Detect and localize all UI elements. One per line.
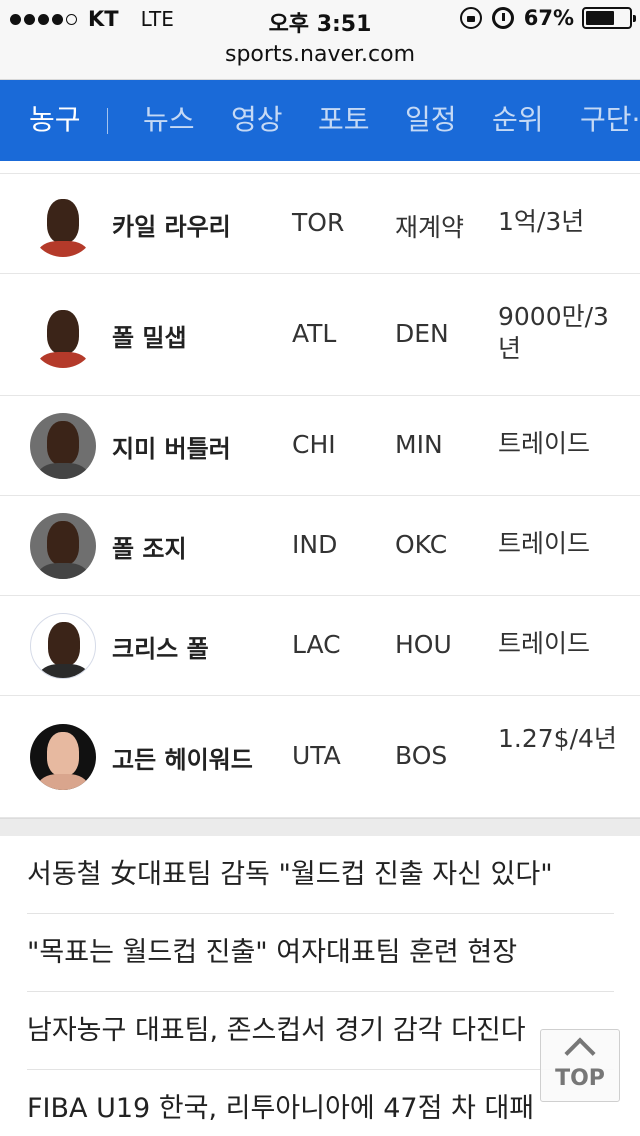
- deal-terms: 트레이드: [498, 629, 591, 658]
- status-bar: KT LTE 오후 3:51 67%: [0, 0, 640, 40]
- from-team: CHI: [292, 430, 336, 459]
- from-team: ATL: [292, 319, 337, 348]
- from-team: LAC: [292, 630, 341, 659]
- alarm-icon: [491, 7, 514, 29]
- section-divider: [0, 818, 640, 836]
- to-team: HOU: [395, 630, 452, 659]
- nav-item-news[interactable]: 뉴스: [143, 102, 195, 138]
- player-avatar: [30, 513, 96, 579]
- nav-item-basketball[interactable]: 농구: [29, 102, 81, 138]
- from-team: TOR: [292, 208, 345, 237]
- table-row[interactable]: 고든 헤이워드 UTA BOS 1.27$/4년: [0, 696, 640, 818]
- player-name: 폴 조지: [112, 535, 187, 563]
- player-name: 폴 밀샙: [112, 324, 187, 352]
- deal-terms: 트레이드: [498, 529, 591, 558]
- status-right: 67%: [459, 6, 636, 30]
- news-headline[interactable]: 서동철 女대표팀 감독 "월드컵 진출 자신 있다": [27, 836, 614, 914]
- player-name: 카일 라우리: [112, 213, 231, 241]
- nav-item-standings[interactable]: 순위: [492, 102, 544, 138]
- player-avatar: [30, 302, 96, 368]
- news-headline[interactable]: FIBA U19 한국, 리투아니아에 47점 차 대패: [27, 1070, 614, 1136]
- battery-fill: [586, 11, 615, 25]
- news-headline[interactable]: 남자농구 대표팀, 존스컵서 경기 감각 다진다: [27, 992, 614, 1070]
- nav-item-schedule[interactable]: 일정: [405, 102, 457, 138]
- to-team: OKC: [395, 530, 448, 559]
- battery-percent: 67%: [523, 6, 574, 30]
- table-row[interactable]: 폴 조지 IND OKC 트레이드: [0, 496, 640, 596]
- deal-terms: 1억/3년: [498, 207, 585, 236]
- battery-icon: [582, 7, 636, 29]
- nav-item-photo[interactable]: 포토: [318, 102, 370, 138]
- nav-divider: [107, 108, 108, 134]
- news-headline[interactable]: "목표는 월드컵 진출" 여자대표팀 훈련 현장: [27, 914, 614, 992]
- to-team: BOS: [395, 741, 448, 770]
- table-row[interactable]: 카일 라우리 TOR 재계약 1억/3년: [0, 174, 640, 274]
- sports-nav: 농구 뉴스 영상 포토 일정 순위 구단·: [0, 80, 640, 161]
- chevron-up-icon: [564, 1037, 596, 1069]
- player-avatar: [30, 413, 96, 479]
- rotation-lock-icon: [459, 7, 482, 29]
- to-team: MIN: [395, 430, 443, 459]
- player-name: 지미 버틀러: [112, 435, 231, 463]
- table-row[interactable]: 크리스 폴 LAC HOU 트레이드: [0, 596, 640, 696]
- signal-strength-icon: [10, 13, 80, 25]
- from-team: UTA: [292, 741, 341, 770]
- carrier-label: KT: [88, 7, 119, 31]
- table-row[interactable]: 지미 버틀러 CHI MIN 트레이드: [0, 396, 640, 496]
- from-team: IND: [292, 530, 338, 559]
- scroll-top-button[interactable]: TOP: [540, 1029, 620, 1102]
- to-team: DEN: [395, 319, 449, 348]
- top-button-label: TOP: [555, 1066, 605, 1091]
- url-bar[interactable]: sports.naver.com: [0, 40, 640, 80]
- player-name: 크리스 폴: [112, 635, 209, 663]
- table-row[interactable]: 폴 밀샙 ATL DEN 9000만/3년: [0, 274, 640, 396]
- to-team: 재계약: [395, 213, 465, 242]
- deal-terms: 1.27$/4년: [498, 724, 617, 753]
- nav-item-teams[interactable]: 구단·: [580, 102, 640, 138]
- deal-terms: 트레이드: [498, 429, 591, 458]
- player-avatar: [30, 724, 96, 790]
- deal-terms: 9000만/3년: [498, 302, 609, 363]
- network-label: LTE: [140, 7, 174, 31]
- player-name: 고든 헤이워드: [112, 746, 253, 774]
- status-left: KT LTE: [10, 7, 174, 31]
- nav-item-video[interactable]: 영상: [231, 102, 283, 138]
- player-avatar: [30, 191, 96, 257]
- player-avatar: [30, 613, 96, 679]
